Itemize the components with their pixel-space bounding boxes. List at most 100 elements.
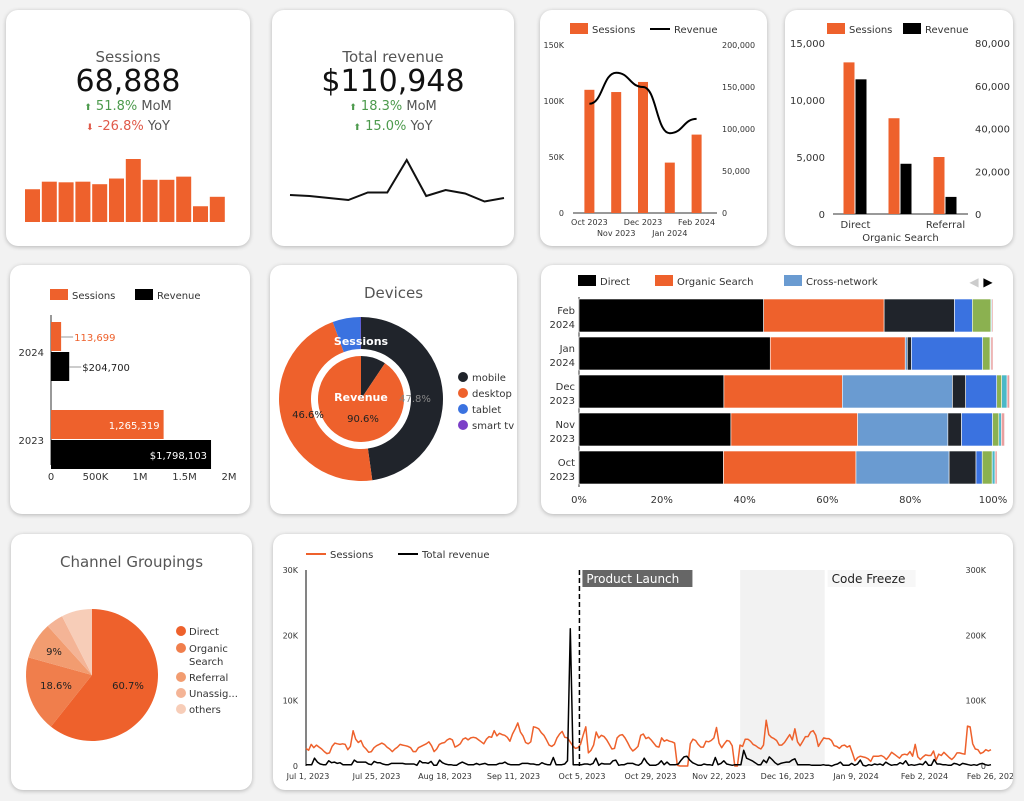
x-tick: Feb 26, 2024	[967, 772, 1013, 781]
stacked-segment-organic-search	[769, 336, 906, 371]
legend-desktop-label: desktop	[472, 389, 512, 400]
x-tick: 1.5M	[172, 472, 197, 483]
x-tick: 100%	[979, 495, 1008, 506]
x-tick: 0%	[571, 495, 587, 506]
bar-revenue	[51, 352, 70, 381]
x-tick: Jan 2024	[651, 229, 687, 238]
data-label-desktop: 46.6%	[292, 410, 324, 421]
x-tick: 20%	[651, 495, 673, 506]
timeseries-card: Sessions Total revenue Code Freeze 0 10K 20K 3…	[273, 534, 1013, 790]
kpi-card-sessions: Sessions 68,888 ⬆ 51.8% MoM ⬇ -26.8% YoY	[6, 10, 250, 246]
x-tick: 40%	[733, 495, 755, 506]
code-freeze-label: Code Freeze	[832, 572, 906, 586]
y-tick-year: 2024	[550, 358, 575, 369]
y-tick: 2023	[19, 436, 44, 447]
y-right-tick: 0	[975, 210, 981, 221]
legend-total-revenue-label: Total revenue	[421, 550, 489, 561]
stacked-segment-series-8	[990, 336, 994, 371]
y-right-tick: 50,000	[722, 167, 750, 176]
legend-revenue-swatch	[135, 289, 153, 300]
legend-smart-tv-swatch	[458, 420, 468, 430]
stacked-segment-organic-search	[723, 450, 857, 485]
stacked-segment-series-5	[954, 298, 973, 333]
stacked-segment-series-8	[994, 450, 998, 485]
x-tick: Jul 1, 2023	[286, 772, 330, 781]
x-tick: Organic Search	[862, 233, 938, 244]
y-tick-month: Jan	[559, 344, 575, 355]
spark-bar	[159, 179, 175, 222]
x-tick: 500K	[83, 472, 109, 483]
stacked-segment-series-7	[998, 412, 1002, 447]
legend-swatch	[176, 704, 186, 714]
y-right-tick: 300K	[965, 566, 986, 575]
bar-revenue	[855, 79, 867, 215]
data-label-organic-search: 18.6%	[40, 681, 72, 692]
channel-sessions-revenue-chart: Sessions Revenue 0 5,000 10,000 15,000 0 20,000…	[790, 23, 1010, 244]
y-left-tick: 0	[293, 762, 298, 771]
x-tick: Dec 2023	[624, 218, 662, 227]
x-tick: Oct 5, 2023	[559, 772, 606, 781]
y-right-tick: 80,000	[975, 39, 1010, 50]
x-tick: 2M	[222, 472, 237, 483]
spark-bar	[125, 159, 141, 222]
y-right-tick: 60,000	[975, 82, 1010, 93]
y-right-tick: 100K	[965, 697, 986, 706]
sessions-sparkbar-chart	[25, 159, 225, 222]
spark-bar	[25, 189, 40, 222]
stacked-segment-series-6	[992, 412, 1000, 447]
spark-bar	[193, 206, 208, 222]
y-tick: 2024	[19, 348, 44, 359]
stacked-segment-series-8	[1000, 412, 1005, 447]
y-left-tick: 10K	[283, 697, 299, 706]
legend-revenue-label: Revenue	[925, 25, 969, 36]
legend-desktop-swatch	[458, 388, 468, 398]
legend-mobile-swatch	[458, 372, 468, 382]
channel-combo-card: Sessions Revenue 0 5,000 10,000 15,000 0 20,000…	[785, 10, 1013, 246]
revenue-sparkline-chart	[289, 157, 505, 203]
legend-cross-network-swatch	[784, 275, 802, 286]
channel-groupings-pie-chart: 60.7% 18.6% 9% Direct Organic Search Referral U…	[26, 609, 238, 741]
stacked-segment-cross-network	[857, 412, 949, 447]
y-tick-month: Dec	[556, 382, 575, 393]
spark-bar	[109, 178, 124, 222]
data-label-sessions: 1,265,319	[109, 421, 160, 432]
legend-sessions-swatch	[827, 23, 845, 34]
x-tick: 80%	[899, 495, 921, 506]
series-line-total-revenue	[306, 628, 992, 767]
yearly-hbar-card: Sessions Revenue 0 500K 1M 1.5M 2M 2024 113,699 $…	[10, 265, 250, 514]
stacked-segment-series-6	[981, 450, 993, 485]
y-tick-year: 2023	[550, 472, 575, 483]
x-tick: 1M	[133, 472, 148, 483]
y-left-tick: 0	[559, 209, 564, 218]
stacked-segment-series-7	[991, 450, 996, 485]
x-tick: Oct 29, 2023	[625, 772, 677, 781]
stacked-segment-series-7	[1001, 374, 1008, 409]
y-tick-year: 2023	[550, 434, 575, 445]
inner-pie-label: Revenue	[334, 391, 388, 404]
legend-revenue-label: Revenue	[157, 291, 201, 302]
stacked-segment-series-5	[911, 336, 983, 371]
data-label-direct: 60.7%	[112, 681, 144, 692]
x-tick: Jul 25, 2023	[352, 772, 401, 781]
daily-timeseries-chart: Sessions Total revenue Code Freeze 0 10K 20K 3…	[283, 550, 1013, 781]
y-right-tick: 100,000	[722, 125, 755, 134]
legend-label: Organic	[189, 644, 228, 655]
x-tick: Aug 18, 2023	[418, 772, 472, 781]
legend-label: Search	[189, 657, 223, 668]
spark-bar	[176, 176, 192, 222]
bar-sessions	[691, 134, 702, 213]
stacked-segment-series-8	[991, 298, 994, 333]
devices-card: Devices Sessions Revenue 47.8% 46.6% 90.6% mo…	[270, 265, 517, 514]
legend-revenue-swatch	[903, 23, 921, 34]
spark-bar	[41, 181, 57, 222]
channel-stacked-card: Direct Organic Search Cross-network ◀ ▶ Feb 20…	[541, 265, 1013, 514]
stacked-segment-series-4	[952, 374, 966, 409]
stacked-segment-series-8	[1006, 374, 1010, 409]
legend-next-page-icon[interactable]: ▶	[983, 275, 993, 289]
x-tick: Nov 22, 2023	[692, 772, 746, 781]
legend-prev-page-icon[interactable]: ◀	[969, 275, 979, 289]
spark-bar	[209, 196, 225, 222]
stacked-segment-series-4	[907, 336, 912, 371]
x-tick: Direct	[841, 220, 871, 231]
y-left-tick: 50K	[549, 153, 565, 162]
